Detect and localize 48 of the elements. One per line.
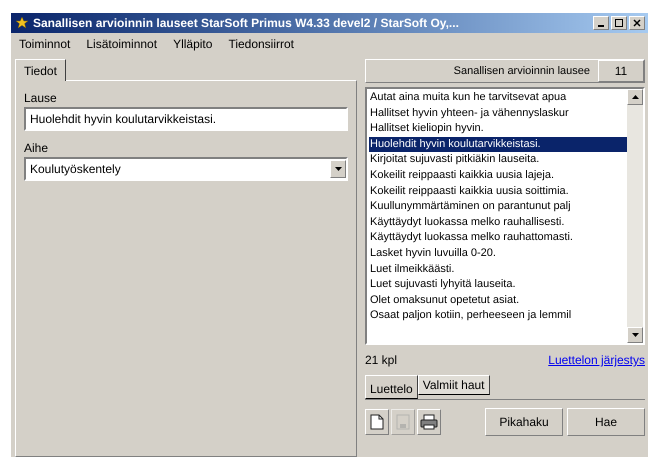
list-item[interactable]: Kirjoitat sujuvasti pitkiäkin lauseita. bbox=[369, 152, 627, 168]
list-item[interactable]: Huolehdit hyvin koulutarvikkeistasi. bbox=[369, 136, 627, 152]
list-item[interactable]: Lasket hyvin luvuilla 0-20. bbox=[369, 246, 627, 262]
down-arrow-icon bbox=[632, 333, 638, 337]
input-field[interactable]: Huolehdit hyvin koulutarvikkeistasi. bbox=[24, 107, 348, 131]
close-button[interactable] bbox=[629, 16, 645, 30]
maximize-icon bbox=[615, 19, 623, 27]
list-item[interactable]: Käyttäydyt luokassa melko rauhattomasti. bbox=[369, 230, 627, 246]
item-count: 21 kpl bbox=[365, 352, 398, 369]
tab[interactable]: Valmiit haut bbox=[418, 375, 490, 395]
list-item[interactable]: Hallitset kieliopin hyvin. bbox=[369, 121, 627, 137]
star-icon bbox=[15, 16, 29, 30]
toolbar-button[interactable] bbox=[417, 409, 441, 435]
action-button[interactable]: Hae bbox=[567, 408, 645, 436]
toolbar-button[interactable] bbox=[365, 409, 389, 435]
close-icon bbox=[633, 19, 641, 27]
field-label: Lause bbox=[24, 90, 58, 107]
tab[interactable]: Luettelo bbox=[365, 375, 418, 399]
menu-item[interactable]: Lisätoiminnot bbox=[86, 35, 158, 53]
list-item[interactable]: Autat aina muita kun he tarvitsevat apua bbox=[369, 90, 627, 106]
scrollbar[interactable] bbox=[627, 89, 643, 343]
minimize-button[interactable] bbox=[593, 16, 609, 30]
menu-item[interactable]: Toiminnot bbox=[19, 35, 70, 53]
up-arrow-icon bbox=[632, 95, 638, 99]
action-button[interactable]: Pikahaku bbox=[485, 408, 563, 436]
dropdown-button[interactable] bbox=[330, 160, 346, 178]
list-item[interactable]: Kokeilit reippaasti kaikkia uusia lajeja. bbox=[369, 168, 627, 184]
count-field: 11 bbox=[598, 60, 644, 82]
list-item[interactable]: Osaat paljon kotiin, perheeseen ja lemmil bbox=[369, 308, 627, 324]
list-item[interactable]: Luet sujuvasti lyhyitä lauseita. bbox=[369, 277, 627, 293]
list-item[interactable]: Olet omaksunut opetetut asiat. bbox=[369, 292, 627, 308]
menu-item[interactable]: Tiedonsiirrot bbox=[228, 35, 294, 53]
caret-icon bbox=[334, 167, 342, 171]
tab[interactable]: Tiedot bbox=[15, 59, 66, 81]
field-label: Aihe bbox=[24, 140, 50, 157]
document-icon bbox=[370, 414, 384, 430]
list-item[interactable]: Käyttäydyt luokassa melko rauhallisesti. bbox=[369, 214, 627, 230]
dropdown[interactable]: Koulutyöskentely bbox=[24, 157, 348, 181]
list-item[interactable]: Kokeilit reippaasti kaikkia uusia soittimia. bbox=[369, 184, 627, 200]
sort-link[interactable]: Luettelon järjestys bbox=[548, 351, 645, 369]
window-title: Sanallisen arvioinnin lauseet StarSoft Primus W4.33 devel2 / StarSoft Oy,... bbox=[33, 15, 460, 32]
menu-item[interactable]: Ylläpito bbox=[173, 35, 212, 53]
list-title: Sanallisen arvioinnin lausee bbox=[454, 64, 591, 79]
list-item[interactable]: Hallitset hyvin yhteen- ja vähennyslaskur bbox=[369, 106, 627, 122]
maximize-button[interactable] bbox=[611, 16, 627, 30]
printer-icon bbox=[420, 414, 438, 430]
list-item[interactable]: Luet ilmeikkäästi. bbox=[369, 262, 627, 278]
list-item[interactable]: Kuullunymmärtäminen on parantunut palj bbox=[369, 199, 627, 215]
